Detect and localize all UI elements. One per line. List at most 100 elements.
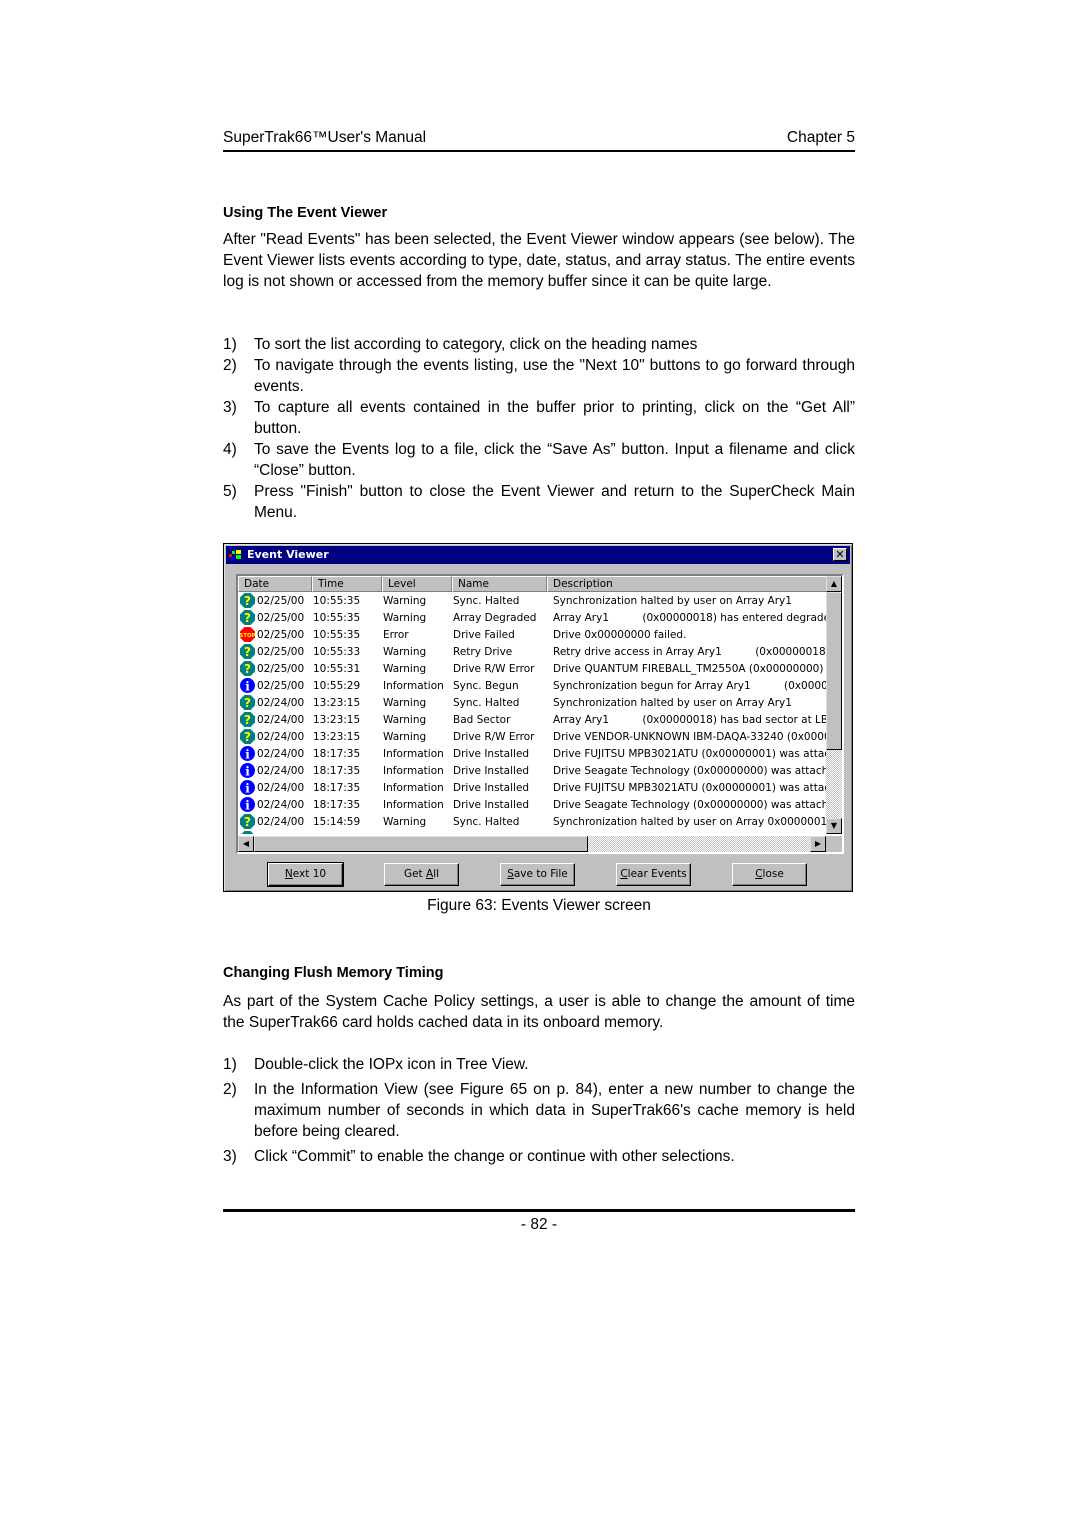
column-header-description[interactable]: Description bbox=[547, 576, 826, 592]
event-row[interactable]: ? 02/25/00 10:55:35 Warning Array Degraded Ar… bbox=[238, 609, 826, 626]
scroll-down-button[interactable]: ▼ bbox=[826, 818, 842, 834]
event-description: Drive Seagate Technology (0x00000000) wa… bbox=[553, 765, 826, 777]
save-to-file-button[interactable]: Save to File bbox=[500, 863, 575, 886]
event-row[interactable]: i 02/25/00 10:55:29 Information Sync. Begun S… bbox=[238, 677, 826, 694]
warning-icon: ? bbox=[240, 831, 255, 834]
step-item: 4) To save the Events log to a file, clic… bbox=[223, 439, 855, 481]
svg-text:?: ? bbox=[244, 815, 251, 829]
column-header-date[interactable]: Date bbox=[238, 576, 312, 592]
event-level: Information bbox=[383, 782, 444, 794]
event-description: Drive FUJITSU MPB3021ATU (0x00000001) wa… bbox=[553, 748, 826, 760]
event-date: 02/24/00 bbox=[257, 799, 305, 811]
warning-icon: ? bbox=[240, 593, 255, 608]
vertical-scrollbar[interactable]: ▲ ▼ bbox=[826, 576, 842, 834]
scroll-up-button[interactable]: ▲ bbox=[826, 576, 842, 592]
warning-icon: ? bbox=[240, 729, 255, 744]
event-description: Synchronization halted by user on Array … bbox=[553, 595, 826, 607]
section-heading-event-viewer: Using The Event Viewer bbox=[223, 205, 388, 221]
step-text: To save the Events log to a file, click … bbox=[254, 441, 855, 479]
event-name: Sync. Halted bbox=[453, 697, 520, 709]
event-row[interactable]: STOP 02/25/00 10:55:35 Error Drive Failed Dri… bbox=[238, 626, 826, 643]
next-10-button[interactable]: Next 10 bbox=[267, 862, 344, 887]
event-name: Bad Sector bbox=[453, 714, 511, 726]
event-description: Drive FUJITSU MPB3021ATU (0x00000001) wa… bbox=[553, 782, 826, 794]
step-number: 2) bbox=[223, 357, 237, 374]
mnemonic-letter: C bbox=[620, 868, 628, 880]
horizontal-scrollbar[interactable]: ◀ ▶ bbox=[238, 836, 826, 852]
event-date: 02/25/00 bbox=[257, 663, 305, 675]
event-time: 18:17:35 bbox=[313, 799, 361, 811]
event-level: Warning bbox=[383, 697, 427, 709]
event-row[interactable]: ? 02/24/00 13:23:15 Warning Sync. Halted Sync… bbox=[238, 694, 826, 711]
warning-icon: ? bbox=[240, 644, 255, 659]
event-name: Sync. Halted bbox=[453, 816, 520, 828]
warning-icon: ? bbox=[240, 610, 255, 625]
close-window-button[interactable]: ✕ bbox=[833, 548, 847, 561]
arrow-down-icon: ▼ bbox=[830, 821, 838, 830]
button-label: Clear Events bbox=[620, 868, 687, 880]
event-time: 10:55:33 bbox=[313, 646, 361, 658]
event-viewer-steps: 1) To sort the list according to category… bbox=[223, 334, 855, 523]
event-description: Drive VENDOR-UNKNOWN IBM-DAQA-33240 (0x0… bbox=[553, 731, 826, 743]
event-row[interactable]: i 02/24/00 18:17:35 Information Drive Instal… bbox=[238, 796, 826, 813]
app-icon bbox=[229, 550, 241, 560]
event-date: 02/24/00 bbox=[257, 697, 305, 709]
event-date: 02/24/00 bbox=[257, 782, 305, 794]
scroll-right-button[interactable]: ▶ bbox=[810, 836, 826, 852]
step-number: 2) bbox=[223, 1081, 237, 1098]
step-item: 3) To capture all events contained in the… bbox=[223, 397, 855, 439]
event-level: Warning bbox=[383, 646, 427, 658]
column-header-name[interactable]: Name bbox=[452, 576, 547, 592]
event-time: 13:23:15 bbox=[313, 697, 361, 709]
step-text: In the Information View (see Figure 65 o… bbox=[254, 1081, 855, 1140]
event-row[interactable]: i 02/24/00 18:17:35 Information Drive Instal… bbox=[238, 745, 826, 762]
get-all-button[interactable]: Get All bbox=[384, 863, 459, 886]
event-row[interactable]: ? 02/25/00 10:55:33 Warning Retry Drive Retry… bbox=[238, 643, 826, 660]
step-number: 1) bbox=[223, 336, 237, 353]
event-row[interactable]: i 02/24/00 18:17:35 Information Drive Instal… bbox=[238, 762, 826, 779]
event-time: 15:14:59 bbox=[313, 832, 360, 834]
scroll-left-button[interactable]: ◀ bbox=[238, 836, 254, 852]
vertical-scroll-thumb[interactable] bbox=[826, 592, 842, 750]
step-item: 1) To sort the list according to category… bbox=[223, 334, 855, 355]
column-header-time[interactable]: Time bbox=[312, 576, 382, 592]
event-row[interactable]: ? 02/25/00 10:55:31 Warning Drive R/W Error D… bbox=[238, 660, 826, 677]
mnemonic-letter: C bbox=[755, 868, 763, 880]
event-level: Information bbox=[383, 799, 444, 811]
clear-events-button[interactable]: Clear Events bbox=[616, 863, 691, 886]
info-icon: i bbox=[240, 746, 255, 762]
svg-text:i: i bbox=[245, 680, 250, 694]
page-number: - 82 - bbox=[520, 1216, 558, 1233]
arrow-left-icon: ◀ bbox=[242, 839, 250, 848]
window-titlebar[interactable]: Event Viewer ✕ bbox=[226, 546, 850, 564]
event-row[interactable]: ? 02/24/00 15:14:59 Warning Sync. Halted Sync… bbox=[238, 813, 826, 830]
event-description: Synchronization halted by user on Array … bbox=[553, 816, 826, 828]
event-row[interactable]: ? 02/24/00 13:23:15 Warning Drive R/W Error D… bbox=[238, 728, 826, 745]
close-button[interactable]: Close bbox=[732, 863, 807, 886]
step-number: 3) bbox=[223, 399, 237, 416]
horizontal-scroll-thumb[interactable] bbox=[254, 836, 588, 852]
event-time: 18:17:35 bbox=[313, 748, 361, 760]
event-description: Array Ary1 (0x00000018) has entered degr… bbox=[553, 612, 826, 624]
event-time: 10:55:35 bbox=[313, 595, 361, 607]
event-name: Bad Sector bbox=[453, 832, 510, 834]
step-text: Double-click the IOPx icon in Tree View. bbox=[254, 1056, 529, 1073]
event-viewer-window: Event Viewer ✕ Date Time Level Name Desc… bbox=[223, 543, 853, 892]
event-level: Warning bbox=[383, 816, 427, 828]
svg-text:?: ? bbox=[244, 696, 251, 710]
event-description: Array Ary1 (0x00000018) has bad sector a… bbox=[553, 714, 826, 726]
event-time: 10:55:35 bbox=[313, 612, 361, 624]
step-number: 5) bbox=[223, 483, 237, 500]
event-level: Error bbox=[383, 629, 409, 641]
event-time: 10:55:31 bbox=[313, 663, 361, 675]
column-header-level[interactable]: Level bbox=[382, 576, 452, 592]
button-label: Close bbox=[755, 868, 784, 880]
event-row[interactable]: i 02/24/00 18:17:35 Information Drive Instal… bbox=[238, 779, 826, 796]
event-row[interactable]: ? 02/24/00 15:14:59 Warning Bad Sector Array … bbox=[238, 830, 826, 834]
events-list[interactable]: Date Time Level Name Description ? 02/25/… bbox=[236, 574, 844, 854]
event-row[interactable]: ? 02/24/00 13:23:15 Warning Bad Sector Array … bbox=[238, 711, 826, 728]
button-label: Get All bbox=[403, 868, 440, 880]
event-time: 10:55:29 bbox=[313, 680, 361, 692]
step-text: Click “Commit” to enable the change or c… bbox=[254, 1148, 735, 1165]
event-row[interactable]: ? 02/25/00 10:55:35 Warning Sync. Halted Sync… bbox=[238, 592, 826, 609]
